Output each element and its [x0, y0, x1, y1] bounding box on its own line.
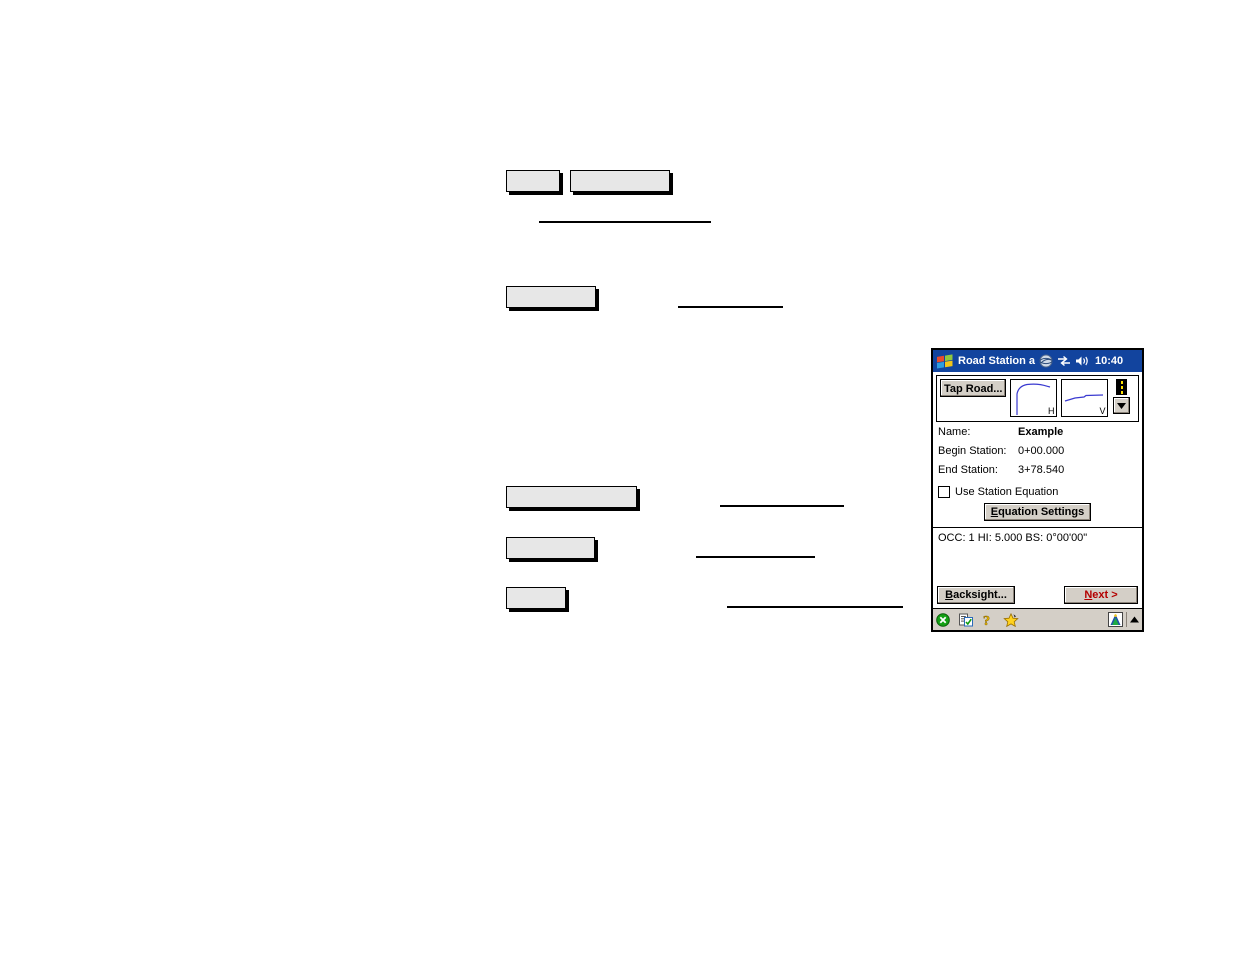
tap-road-button[interactable]: Tap Road... [940, 379, 1007, 397]
task-list-icon[interactable] [959, 613, 973, 627]
vertical-profile-thumbnail[interactable]: V [1061, 379, 1109, 417]
road-toolbar: Tap Road... H V [936, 375, 1139, 422]
internet-explorer-icon[interactable] [1039, 354, 1053, 368]
next-label: ext > [1092, 589, 1118, 601]
use-station-equation-row[interactable]: Use Station Equation [938, 486, 1137, 498]
end-station-label: End Station: [938, 464, 998, 476]
favorites-star-icon[interactable] [1003, 612, 1019, 627]
rule-line-2 [678, 306, 783, 308]
rule-line-5 [727, 606, 903, 608]
use-station-equation-checkbox[interactable] [938, 486, 950, 498]
rule-line-3 [720, 505, 844, 507]
road-info-fields: Name: Example Begin Station: 0+00.000 En… [938, 426, 1137, 483]
help-question-icon[interactable]: ? [982, 613, 994, 627]
occupation-status-line: OCC: 1 HI: 5.000 BS: 0°00'00" [938, 532, 1088, 544]
equation-settings-accel: E [990, 506, 999, 518]
volume-icon[interactable] [1075, 355, 1090, 367]
equation-settings-button[interactable]: Equation Settings [983, 503, 1092, 521]
windows-flag-icon[interactable] [936, 353, 954, 369]
backsight-label: acksight... [953, 589, 1007, 601]
taskbar: ? [933, 608, 1142, 630]
action-button-bar: Backsight... Next > [933, 586, 1142, 604]
rule-line-4 [696, 556, 815, 558]
equation-settings-row: Equation Settings [933, 503, 1142, 521]
horizontal-label: H [1047, 406, 1055, 416]
survey-instrument-icon[interactable] [1108, 612, 1123, 627]
field-row-begin-station: Begin Station: 0+00.000 [938, 445, 1137, 464]
backsight-button[interactable]: Backsight... [937, 586, 1015, 604]
redacted-box-6 [506, 587, 566, 609]
redacted-box-1 [506, 170, 560, 192]
rule-line-1 [539, 221, 711, 223]
chevron-down-icon[interactable] [1113, 397, 1131, 414]
begin-station-value: 0+00.000 [1018, 445, 1065, 457]
backsight-accel: B [945, 589, 954, 601]
close-circle-icon[interactable] [936, 612, 950, 627]
field-row-end-station: End Station: 3+78.540 [938, 464, 1137, 483]
client-area: Tap Road... H V Name: Example Begin Stat… [933, 372, 1142, 608]
name-value: Example [1018, 426, 1064, 438]
field-row-name: Name: Example [938, 426, 1137, 445]
redacted-box-5 [506, 537, 595, 559]
chevron-up-icon[interactable] [1130, 616, 1139, 623]
use-station-equation-label: Use Station Equation [955, 486, 1059, 498]
pda-device-window: Road Station a 10:40 Tap Road... H V Nam… [931, 348, 1144, 632]
road-view-controls [1113, 379, 1131, 414]
next-button[interactable]: Next > [1064, 586, 1138, 604]
equation-settings-label: quation Settings [998, 506, 1085, 518]
begin-station-label: Begin Station: [938, 445, 1007, 457]
redacted-box-3 [506, 286, 596, 308]
connectivity-icon[interactable] [1057, 355, 1071, 367]
taskbar-right-group [1108, 612, 1139, 627]
clock-time: 10:40 [1095, 355, 1124, 367]
redacted-box-4 [506, 486, 637, 508]
horizontal-alignment-thumbnail[interactable]: H [1010, 379, 1058, 417]
taskbar-separator [1126, 612, 1127, 627]
vertical-label: V [1099, 406, 1106, 416]
road-icon[interactable] [1116, 379, 1128, 395]
window-title: Road Station a [958, 355, 1036, 367]
svg-text:?: ? [983, 614, 990, 627]
redacted-box-2 [570, 170, 670, 192]
name-label: Name: [938, 426, 971, 438]
end-station-value: 3+78.540 [1018, 464, 1065, 476]
titlebar: Road Station a 10:40 [933, 350, 1142, 372]
